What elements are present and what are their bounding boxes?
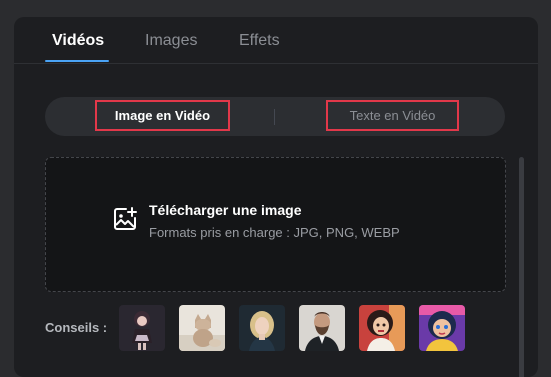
mode-switch: Image en Vidéo Texte en Vidéo: [45, 97, 505, 136]
blonde-woman-thumbnail[interactable]: [239, 305, 285, 351]
tab-videos[interactable]: Vidéos: [52, 31, 104, 51]
cartoon-girl-thumbnail[interactable]: [419, 305, 465, 351]
tab-images[interactable]: Images: [145, 31, 197, 51]
cat-thumbnail[interactable]: [179, 305, 225, 351]
cartoon-woman-thumbnail[interactable]: [359, 305, 405, 351]
upload-formats: Formats pris en charge : JPG, PNG, WEBP: [149, 225, 400, 240]
upload-title: Télécharger une image: [149, 202, 302, 218]
tips-label: Conseils :: [45, 320, 108, 335]
tab-bar: Vidéos Images Effets: [14, 17, 538, 64]
image-upload-area[interactable]: Télécharger une image Formats pris en ch…: [45, 157, 506, 292]
scrollbar[interactable]: [519, 157, 524, 377]
tab-effets[interactable]: Effets: [239, 31, 280, 51]
bearded-man-thumbnail[interactable]: [299, 305, 345, 351]
image-upload-icon: [112, 206, 138, 232]
anime-girl-thumbnail[interactable]: [119, 305, 165, 351]
active-tab-indicator: [45, 60, 109, 62]
text-to-video-button[interactable]: Texte en Vidéo: [326, 100, 459, 131]
image-to-video-button[interactable]: Image en Vidéo: [95, 100, 230, 131]
generator-panel: Vidéos Images Effets Image en Vidéo Text…: [14, 17, 538, 377]
mode-divider: [274, 109, 275, 125]
